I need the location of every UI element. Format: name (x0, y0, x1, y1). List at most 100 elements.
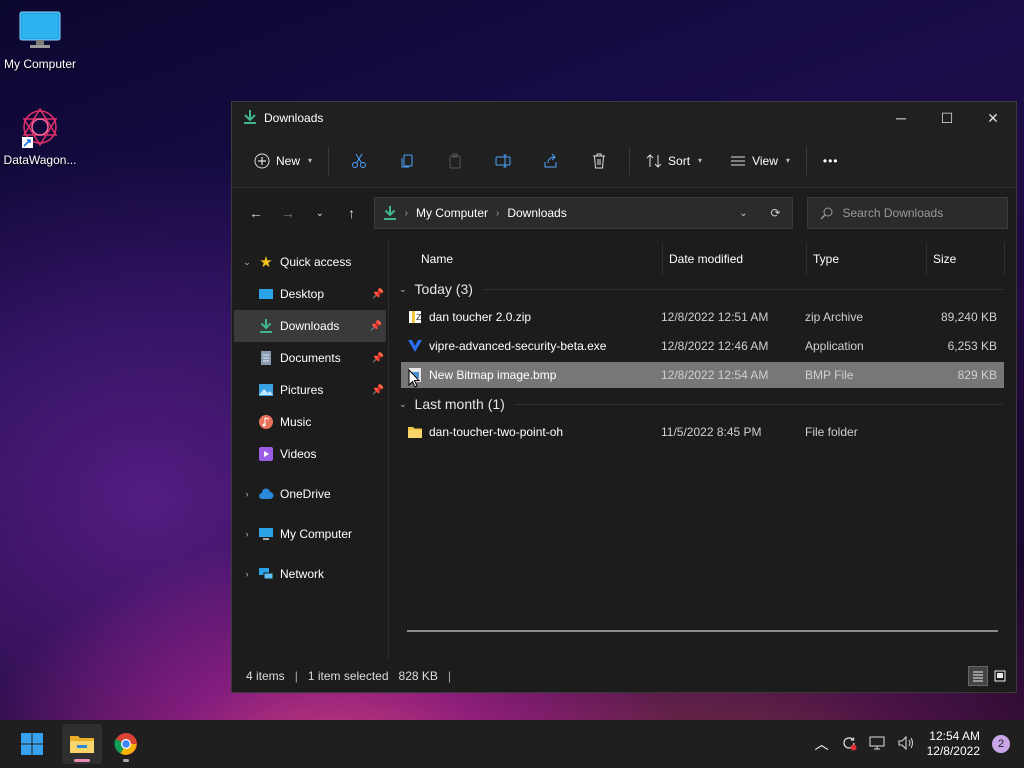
vipre-app-icon (407, 338, 423, 354)
chevron-down-icon[interactable]: ⌄ (240, 257, 254, 268)
share-icon (544, 153, 557, 167)
nav-item-videos[interactable]: Videos (232, 438, 388, 470)
start-button[interactable] (12, 724, 52, 764)
network-status-icon[interactable] (869, 735, 885, 754)
chevron-down-icon: ⌄ (315, 207, 324, 219)
address-dropdown-icon[interactable]: ⌄ (728, 208, 760, 219)
sort-label: Sort (668, 153, 691, 168)
group-header-last-month[interactable]: ⌄ Last month (1) (389, 391, 1016, 417)
file-row[interactable]: dan-toucher-two-point-oh 11/5/2022 8:45 … (401, 419, 1004, 445)
column-header-size[interactable]: Size (927, 242, 1005, 276)
desktop-icon-my-computer[interactable]: My Computer (0, 10, 80, 71)
address-bar[interactable]: › My Computer › Downloads ⌄ ⟳ (373, 197, 793, 229)
file-size: 6,253 KB (947, 339, 997, 353)
column-header-type[interactable]: Type (807, 242, 927, 276)
tiles-view-button[interactable] (990, 666, 1010, 686)
forward-button[interactable]: → (272, 197, 304, 229)
file-row[interactable]: Z dan toucher 2.0.zip 12/8/2022 12:51 AM… (401, 304, 1004, 330)
notification-badge[interactable]: 2 (992, 735, 1010, 753)
clock[interactable]: 12:54 AM 12/8/2022 (927, 729, 980, 759)
recent-locations-button[interactable]: ⌄ (304, 197, 336, 229)
column-header-name[interactable]: Name (389, 242, 663, 276)
windows-logo-icon (21, 733, 43, 755)
chevron-down-icon: ▾ (698, 156, 703, 165)
nav-item-onedrive[interactable]: › OneDrive (232, 478, 388, 510)
paste-button[interactable] (431, 144, 479, 178)
file-row[interactable]: vipre-advanced-security-beta.exe 12/8/20… (401, 333, 1004, 359)
column-header-date[interactable]: Date modified (663, 242, 807, 276)
cut-button[interactable] (335, 144, 383, 178)
back-button[interactable]: ← (240, 197, 272, 229)
new-button[interactable]: New ▾ (244, 144, 322, 178)
sort-button[interactable]: Sort ▾ (636, 144, 712, 178)
more-options-button[interactable]: ••• (813, 144, 849, 178)
chevron-up-icon[interactable]: ︿ (815, 734, 829, 754)
group-header-today[interactable]: ⌄ Today (3) (389, 276, 1016, 302)
details-view-button[interactable] (968, 666, 988, 686)
desktop-icon-label: My Computer (3, 57, 77, 71)
close-button[interactable]: ✕ (970, 102, 1016, 134)
clipboard-icon (449, 153, 461, 168)
download-icon (383, 206, 396, 220)
file-name: dan toucher 2.0.zip (429, 310, 532, 324)
up-button[interactable]: ↑ (336, 197, 368, 229)
copy-button[interactable] (383, 144, 431, 178)
chevron-right-icon[interactable]: › (240, 569, 254, 579)
file-row-selected[interactable]: New Bitmap image.bmp 12/8/2022 12:54 AM … (401, 362, 1004, 388)
refresh-icon[interactable]: ⟳ (760, 206, 792, 220)
datawagon-logo-icon (16, 105, 64, 149)
chevron-right-icon[interactable]: › (240, 489, 254, 499)
maximize-button[interactable]: ☐ (924, 102, 970, 134)
taskbar-chrome[interactable] (106, 724, 146, 764)
search-input[interactable]: Search Downloads (806, 197, 1008, 229)
nav-label: Videos (280, 447, 317, 461)
chevron-right-icon: › (404, 207, 408, 219)
minimize-button[interactable]: ─ (878, 102, 924, 134)
view-button[interactable]: View ▾ (720, 144, 800, 178)
rename-button[interactable] (479, 144, 527, 178)
share-button[interactable] (527, 144, 575, 178)
selection-count: 1 item selected (307, 669, 389, 683)
delete-button[interactable] (575, 144, 623, 178)
nav-item-pictures[interactable]: Pictures 📌 (232, 374, 388, 406)
horizontal-scrollbar[interactable] (407, 630, 998, 632)
file-date: 12/8/2022 12:54 AM (661, 368, 769, 382)
nav-label: Pictures (280, 383, 324, 397)
nav-item-documents[interactable]: Documents 📌 (232, 342, 388, 374)
sync-icon[interactable] (841, 735, 857, 754)
volume-icon[interactable] (897, 735, 915, 754)
nav-label: Network (280, 567, 325, 581)
nav-item-my-computer[interactable]: › My Computer (232, 518, 388, 550)
window-title: Downloads (264, 111, 324, 125)
nav-label: Music (280, 415, 312, 429)
file-date: 12/8/2022 12:46 AM (661, 339, 769, 353)
trash-icon (593, 153, 606, 168)
nav-item-desktop[interactable]: Desktop 📌 (232, 278, 388, 310)
breadcrumb-downloads[interactable]: Downloads (507, 206, 566, 220)
plus-circle-icon (254, 153, 270, 168)
nav-item-downloads[interactable]: Downloads 📌 (234, 310, 386, 342)
nav-label: Desktop (280, 287, 325, 301)
desktop-icon-datawagon[interactable]: DataWagon... (0, 105, 80, 167)
zip-icon: Z (407, 309, 423, 325)
toolbar-separator (328, 146, 330, 175)
file-size: 89,240 KB (940, 310, 997, 324)
nav-quick-access[interactable]: ⌄ ★ Quick access (232, 246, 388, 278)
cloud-icon (258, 486, 274, 502)
taskbar-file-explorer[interactable] (62, 724, 102, 764)
title-bar[interactable]: Downloads ─ ☐ ✕ (232, 102, 1016, 134)
toolbar-separator (805, 146, 807, 175)
file-type: BMP File (805, 368, 854, 382)
desktop-icon-label: DataWagon... (3, 153, 77, 167)
nav-item-network[interactable]: › Network (232, 558, 388, 590)
status-divider: | (294, 669, 298, 683)
nav-item-music[interactable]: Music (232, 406, 388, 438)
selection-size: 828 KB (398, 669, 438, 683)
folder-icon (407, 424, 423, 440)
breadcrumb-my-computer[interactable]: My Computer (416, 206, 488, 220)
pin-icon: 📌 (371, 384, 384, 396)
chevron-right-icon[interactable]: › (240, 529, 254, 539)
document-icon (258, 350, 274, 366)
new-label: New (276, 153, 301, 168)
chevron-right-icon: › (496, 207, 500, 219)
